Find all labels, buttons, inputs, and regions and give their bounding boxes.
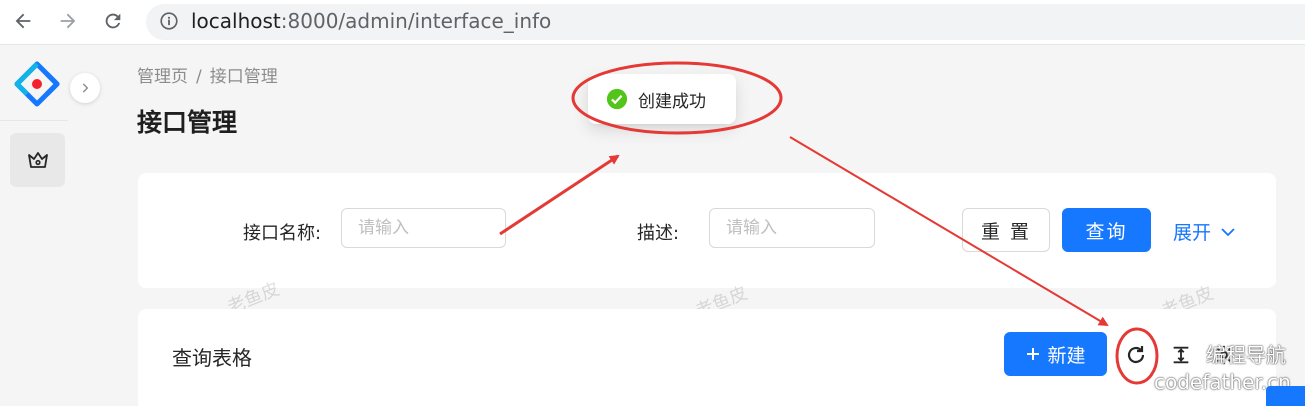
check-circle-icon xyxy=(606,88,628,110)
floating-action-corner[interactable] xyxy=(1266,386,1305,406)
expand-label: 展开 xyxy=(1173,222,1212,244)
crown-icon xyxy=(27,152,48,168)
page-title: 接口管理 xyxy=(137,108,238,137)
desc-input[interactable] xyxy=(709,208,875,248)
query-button[interactable]: 查询 xyxy=(1062,208,1151,252)
sidebar-divider xyxy=(0,120,68,121)
desc-label: 描述: xyxy=(637,223,680,244)
info-circle-icon[interactable] xyxy=(158,10,180,32)
refresh-icon[interactable] xyxy=(1120,339,1152,371)
back-icon[interactable] xyxy=(8,6,38,36)
plus-icon xyxy=(1027,348,1040,360)
chevron-down-icon xyxy=(1221,227,1235,236)
name-input[interactable] xyxy=(341,208,506,248)
sidebar-collapse-button[interactable] xyxy=(70,73,100,103)
address-text[interactable]: localhost:8000/admin/interface_info xyxy=(191,8,551,34)
breadcrumb-item-admin[interactable]: 管理页 xyxy=(137,67,188,87)
chevron-right-icon xyxy=(82,83,89,93)
forward-icon[interactable] xyxy=(53,6,83,36)
table-title: 查询表格 xyxy=(172,346,252,370)
sidebar-item-admin[interactable] xyxy=(10,133,65,187)
toast-message: 创建成功 xyxy=(638,91,706,112)
url-host: localhost xyxy=(191,9,281,33)
success-toast: 创建成功 xyxy=(588,74,736,124)
reload-icon[interactable] xyxy=(98,6,128,36)
breadcrumb-item-interface: 接口管理 xyxy=(209,67,278,87)
url-path: :8000/admin/interface_info xyxy=(280,9,552,33)
app-logo[interactable] xyxy=(13,61,61,109)
breadcrumb-separator: / xyxy=(196,67,202,87)
corner-watermark-title: 编程导航 xyxy=(1206,343,1286,367)
new-button-label: 新建 xyxy=(1047,344,1086,367)
breadcrumb: 管理页 / 接口管理 xyxy=(137,62,278,87)
expand-toggle[interactable]: 展开 xyxy=(1173,218,1237,245)
new-button[interactable]: 新建 xyxy=(1004,332,1107,376)
reset-button[interactable]: 重 置 xyxy=(962,208,1050,252)
name-label: 接口名称: xyxy=(243,223,322,244)
column-height-icon[interactable] xyxy=(1165,339,1197,371)
